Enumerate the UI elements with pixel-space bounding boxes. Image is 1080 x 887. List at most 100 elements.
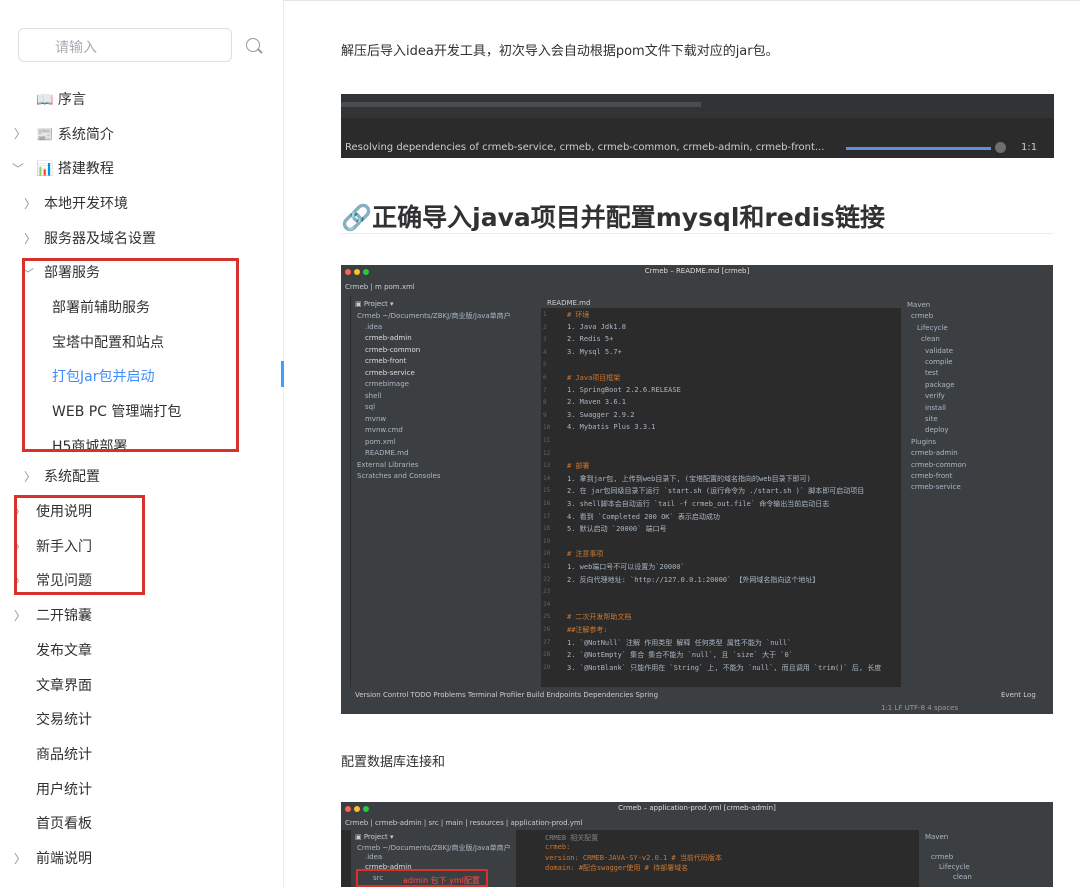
search-icon[interactable] (246, 38, 260, 52)
ide1-code-line: 3. `@NotBlank` 只能作用在 `String` 上, 不能为 `nu… (567, 663, 882, 672)
ide1-tree-line: External Libraries (357, 460, 419, 469)
ide1-code-line: # 注意事项 (567, 550, 604, 559)
ide1-maven-line: compile (925, 358, 953, 366)
ide1-code-line: 4. 看到 `Completed 200 OK` 表示启动成功 (567, 512, 720, 521)
sidebar-item-sysconf[interactable]: 系统配置 (44, 466, 100, 486)
line-number: 19 (543, 537, 551, 545)
line-number: 4 (543, 348, 547, 356)
line-number: 16 (543, 500, 551, 507)
ide1-event-log[interactable]: Event Log (1001, 691, 1036, 699)
chevron-right-icon[interactable]: 〉 (24, 230, 36, 247)
ide1-maven-line: Plugins (911, 437, 937, 446)
cancel-icon[interactable] (995, 142, 1006, 153)
line-number: 20 (543, 550, 551, 558)
sidebar-item-intro[interactable]: 📰 系统简介 (36, 124, 114, 144)
ide1-maven-line: clean (921, 335, 940, 344)
highlight-box (14, 495, 145, 595)
ide1-code-line: 5. 默认启动 `20000` 端口号 (567, 525, 667, 534)
ide1-tree-line: Crmeb ~/Documents/ZBKJ/商业版/Java单商户 (357, 312, 511, 320)
chevron-right-icon[interactable]: 〉 (24, 468, 36, 485)
line-number: 22 (543, 575, 551, 583)
sidebar-item-server[interactable]: 服务器及域名设置 (44, 228, 156, 248)
db-config-text: 配置数据库连接和 (341, 755, 446, 770)
sidebar-item-dashboard[interactable]: 首页看板 (36, 813, 92, 833)
strip-status: Resolving dependencies of crmeb-service,… (345, 142, 825, 153)
ide2-title: Crmeb – application-prod.yml [crmeb-admi… (341, 802, 1053, 816)
ide1-maven-line: crmeb-common (911, 460, 967, 469)
ide2-maven-item: clean (953, 873, 972, 881)
sidebar-item-preface[interactable]: 📖 序言 (36, 89, 86, 109)
line-number: 13 (543, 462, 551, 470)
active-indicator (281, 361, 284, 387)
sidebar-item-dev-tips[interactable]: 二开锦囊 (36, 605, 92, 625)
sidebar-item-publish[interactable]: 发布文章 (36, 640, 92, 660)
chevron-down-icon[interactable]: 〉 (10, 162, 27, 174)
sidebar-item-frontend[interactable]: 前端说明 (36, 848, 92, 868)
chevron-right-icon[interactable]: 〉 (24, 195, 36, 212)
ide1-code-line: 2. `@NotEmpty` 集合 集合不能为 `null`, 且 `size`… (567, 651, 793, 660)
ide1-code-line: 2. 在 jar包同级目录下运行 `start.sh (运行命令为 ./star… (567, 487, 865, 496)
heading-divider (341, 233, 1053, 234)
chevron-right-icon[interactable]: 〉 (14, 125, 26, 142)
ide1-toolbar: Version Control TODO Problems Terminal P… (355, 691, 659, 699)
ide1-tree-line: pom.xml (365, 437, 396, 446)
chevron-right-icon[interactable]: 〉 (14, 850, 26, 867)
line-number: 23 (543, 588, 551, 596)
intro-text: 解压后导入idea开发工具，初次导入会自动根据pom文件下载对应的jar包。 (341, 44, 779, 59)
ide1-maven-line: crmeb (911, 312, 934, 321)
ide2-code-line: version: CRMEB-JAVA-SY-v2.0.1 # 当前代码版本 (545, 854, 722, 862)
ide2-maven-item: Lifecycle (939, 863, 970, 871)
ide1-maven-line: deploy (925, 426, 949, 435)
ide1-code-line: 3. Swagger 2.9.2 (567, 410, 635, 419)
chevron-right-icon[interactable]: 〉 (14, 607, 26, 624)
ide2-code-line: domain: #配合swagger使用 # 待部署域名 (545, 864, 689, 872)
ide1-maven-line: Lifecycle (917, 323, 948, 332)
ide-screenshot-2: Crmeb – application-prod.yml [crmeb-admi… (341, 802, 1053, 887)
line-number: 6 (543, 374, 547, 381)
ide1-code-line: 1. `@NotNull` 注解 作用类型 解释 任何类型 属性不能为 `nul… (567, 638, 792, 647)
ide1-code-line: # 二次开发帮助文档 (567, 613, 632, 622)
sidebar-item-user-stats[interactable]: 用户统计 (36, 779, 92, 799)
ide1-tree-line: crmeb-common (365, 345, 421, 354)
ide1-tree-line: crmeb-front (365, 357, 407, 365)
ide1-code-line: 2. 反向代理地址: `http://127.0.0.1:20000` 【外网域… (567, 575, 820, 584)
ide1-maven-line: crmeb-admin (911, 449, 958, 458)
sidebar-item-article-ui[interactable]: 文章界面 (36, 675, 92, 695)
ide2-maven-item: crmeb (931, 853, 954, 861)
ide1-maven-line: install (925, 403, 946, 412)
line-number: 9 (543, 411, 547, 419)
line-number: 24 (543, 600, 551, 608)
line-number: 25 (543, 613, 551, 621)
sidebar-item-tutorial[interactable]: 📊 搭建教程 (36, 158, 114, 178)
ide2-tree-item: .idea (365, 853, 383, 861)
sidebar: 请输入 📖 序言 〉 📰 系统简介 〉 📊 搭建教程 〉 本地开发环境 〉 服务… (0, 0, 284, 887)
line-number: 21 (543, 563, 551, 570)
ide1-maven-line: crmeb-service (911, 483, 961, 492)
ide1-tree-line: Scratches and Consoles (357, 472, 441, 480)
ide2-annotation: admin 包下 yml配置 (403, 876, 480, 885)
sidebar-item-local-dev[interactable]: 本地开发环境 (44, 193, 128, 213)
ide1-tree-line: crmeb-admin (365, 334, 412, 342)
zoom-dot-icon (363, 806, 369, 812)
ide1-breadcrumb: Crmeb | m pom.xml (345, 283, 415, 291)
ide1-code-line: 1. Java Jdk1.8 (567, 322, 627, 331)
line-number: 10 (543, 424, 551, 432)
sidebar-item-trade-stats[interactable]: 交易统计 (36, 709, 92, 729)
sidebar-item-goods-stats[interactable]: 商品统计 (36, 744, 92, 764)
ide1-maven-line: Maven (907, 301, 931, 309)
ide2-code-line: CRMEB 相关配置 (545, 834, 599, 842)
zoom-dot-icon (363, 269, 369, 275)
ide1-tree-line: README.md (365, 449, 409, 457)
line-number: 3 (543, 336, 547, 344)
ide1-code-line: 1. 拿到jar包, 上传到web目录下, (宝塔配置的域名指向的web目录下即… (567, 474, 811, 483)
ide1-code-line: 4. Mybatis Plus 3.3.1 (567, 423, 656, 432)
ide1-tree-line: mvnw.cmd (365, 426, 403, 434)
ide1-maven-line: site (925, 415, 938, 423)
search-input[interactable]: 请输入 (18, 28, 232, 62)
ide1-maven-line: crmeb-front (911, 472, 953, 480)
progress-bar (846, 147, 991, 150)
ide1-maven-line: verify (925, 392, 945, 401)
ide2-breadcrumb: Crmeb | crmeb-admin | src | main | resou… (345, 819, 583, 827)
ide-screenshot-1: Crmeb – README.md [crmeb] Crmeb | m pom.… (341, 265, 1053, 714)
highlight-box (22, 258, 239, 452)
